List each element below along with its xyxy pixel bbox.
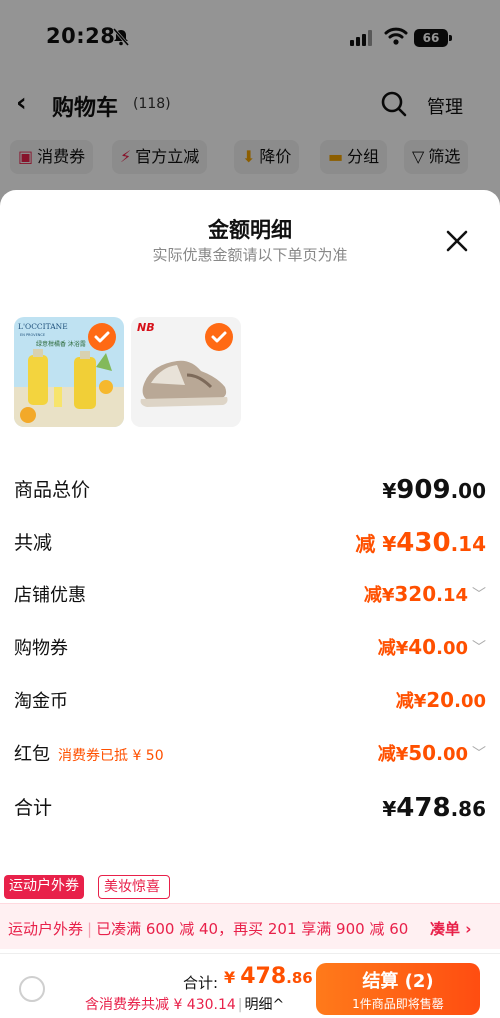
row-coin: 淘金币 减¥20.00	[14, 687, 486, 717]
selected-check-icon[interactable]	[88, 323, 116, 351]
bottom-total-value: ¥ 478.86	[224, 964, 313, 989]
chevron-down-icon: ﹀	[472, 746, 486, 762]
total-discount-value: 减 ¥430.14	[355, 528, 486, 558]
red-packet-note: 消费券已抵 ¥ 50	[58, 748, 164, 764]
brand-logo-text: L'OCCITANE	[18, 322, 68, 331]
total-value: ¥478.86	[382, 793, 486, 823]
row-red-packet[interactable]: 红包 消费券已抵 ¥ 50 减¥50.00 ﹀	[14, 740, 486, 770]
row-shop-discount[interactable]: 店铺优惠 减¥320.14 ﹀	[14, 581, 486, 611]
promo-tag-sports[interactable]: 运动户外券	[4, 875, 84, 899]
subtotal-value: ¥909.00	[382, 475, 486, 505]
row-total-discount: 共减 减 ¥430.14	[14, 528, 486, 558]
promo-banner[interactable]: 运动户外券 | 已凑满 600 减 40，再买 201 享满 900 减 60 凑单…	[0, 903, 500, 949]
shop-discount-label: 店铺优惠	[14, 585, 86, 606]
total-label: 合计	[14, 797, 53, 819]
close-icon[interactable]	[444, 228, 470, 254]
sheet-title: 金额明细	[208, 218, 292, 242]
promo-tag-beauty[interactable]: 美妆惊喜	[98, 875, 170, 899]
shop-discount-value: 减¥320.14 ﹀	[363, 582, 486, 606]
row-coupon[interactable]: 购物券 减¥40.00 ﹀	[14, 634, 486, 664]
checkout-bar: 合计: ¥ 478.86 含消费券共减 ¥ 430.14 | 明细^ 结算 (2) …	[0, 953, 500, 1018]
bottom-total-label: 合计:	[183, 974, 219, 992]
red-packet-label: 红包 消费券已抵 ¥ 50	[14, 744, 164, 765]
coin-value: 减¥20.00	[395, 688, 486, 712]
red-packet-value: 减¥50.00 ﹀	[377, 741, 486, 765]
selected-check-icon[interactable]	[205, 323, 233, 351]
add-items-link[interactable]: 凑单 ›	[430, 918, 471, 939]
sheet-subtitle: 实际优惠金额请以下单页为准	[152, 246, 348, 264]
total-discount-label: 共减	[14, 532, 53, 554]
checkout-button[interactable]: 结算 (2) 1件商品即将售罄	[316, 963, 480, 1015]
saving-summary: 含消费券共减 ¥ 430.14 | 明细^	[85, 997, 285, 1013]
coupon-label: 购物券	[14, 638, 68, 659]
product-thumb-new-balance[interactable]: NB	[131, 317, 241, 427]
subtotal-label: 商品总价	[14, 479, 91, 501]
chevron-down-icon: ﹀	[472, 640, 486, 656]
product-thumb-loccitane[interactable]: L'OCCITANE EN PROVENCE 绿意柑橘香 沐浴露	[14, 317, 124, 427]
nb-logo-icon: NB	[137, 321, 155, 334]
chevron-down-icon: ﹀	[472, 587, 486, 603]
coupon-value: 减¥40.00 ﹀	[377, 635, 486, 659]
svg-text:EN PROVENCE: EN PROVENCE	[20, 333, 45, 337]
row-total: 合计 ¥478.86	[14, 793, 486, 823]
detail-toggle[interactable]: 明细^	[245, 997, 285, 1013]
row-subtotal: 商品总价 ¥909.00	[14, 475, 486, 505]
promo-text: 运动户外券 | 已凑满 600 减 40，再买 201 享满 900 减 60	[8, 920, 409, 938]
coin-label: 淘金币	[14, 691, 68, 712]
svg-text:绿意柑橘香 沐浴露: 绿意柑橘香 沐浴露	[36, 340, 86, 348]
select-all-radio[interactable]	[19, 976, 45, 1002]
